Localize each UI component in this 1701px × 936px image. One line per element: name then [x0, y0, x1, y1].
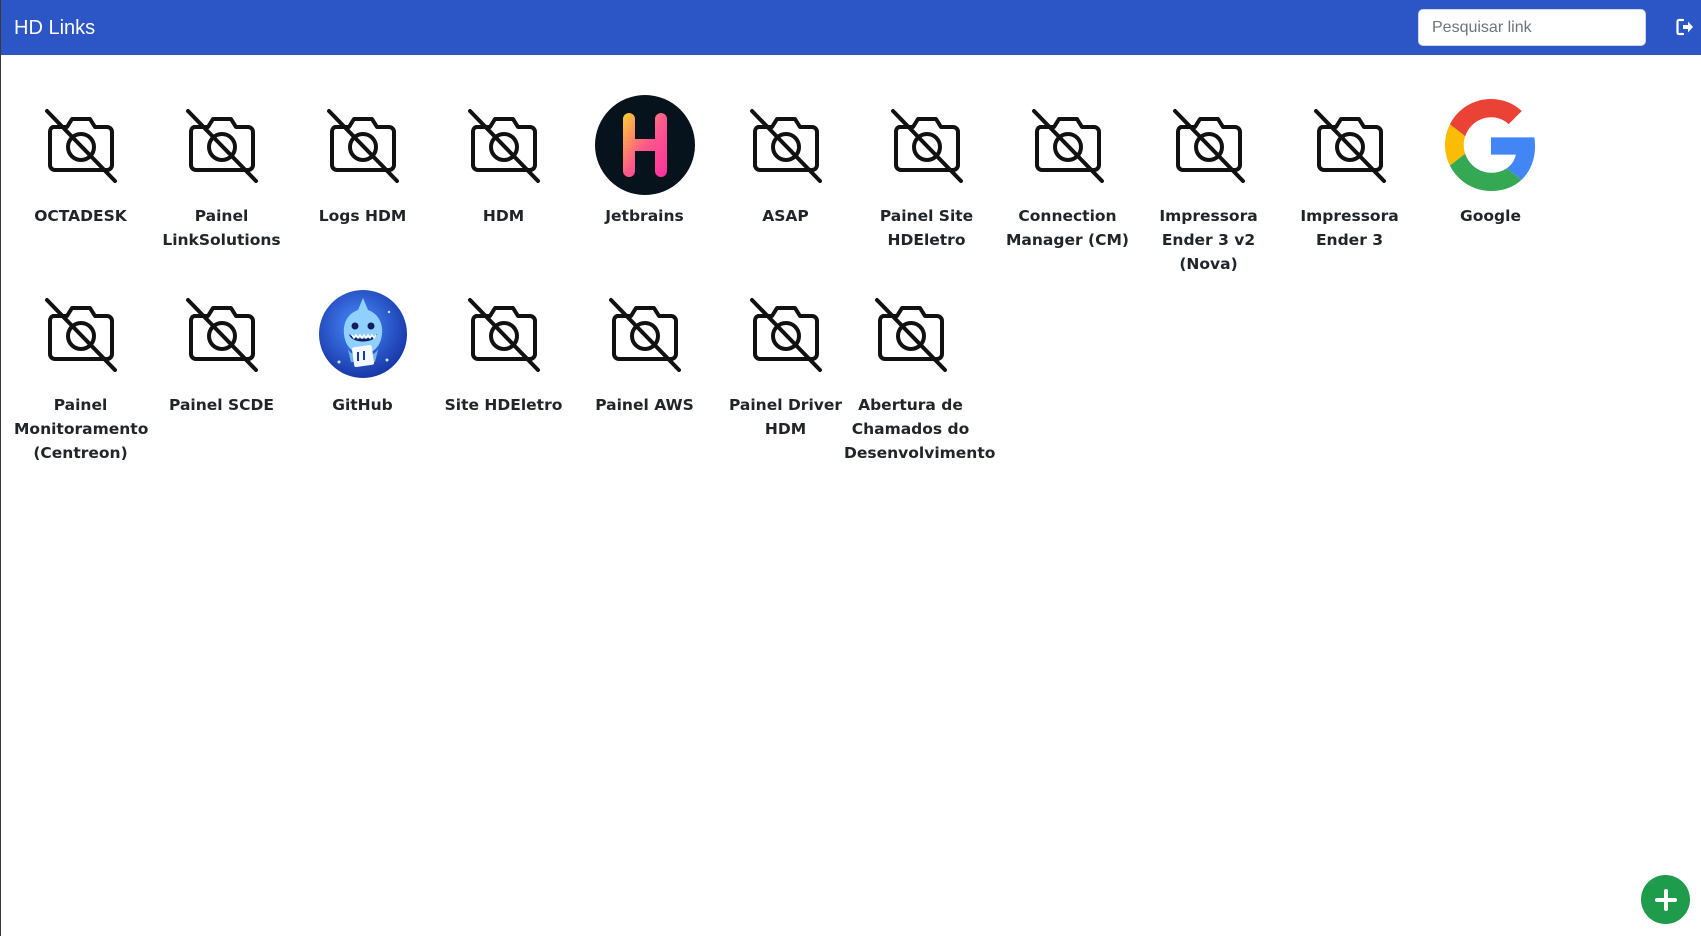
link-tile[interactable]: Google [1420, 95, 1561, 228]
google-logo-icon [1420, 95, 1561, 195]
camera-off-icon [997, 95, 1138, 195]
link-tile[interactable]: Painel Monitoramento (Centreon) [10, 284, 151, 465]
link-label: Painel Monitoramento (Centreon) [14, 396, 149, 462]
link-tile[interactable]: Jetbrains [574, 95, 715, 228]
link-label: ASAP [762, 207, 809, 225]
link-label: Painel Site HDEletro [879, 207, 974, 249]
search-input[interactable] [1418, 9, 1646, 46]
link-label: Connection Manager (CM) [1006, 207, 1129, 249]
link-tile[interactable]: Painel LinkSolutions [151, 95, 292, 252]
jetbrains-logo-icon [574, 95, 715, 195]
camera-off-icon [292, 95, 433, 195]
link-tile[interactable]: Painel Driver HDM [715, 284, 856, 441]
add-link-button[interactable] [1641, 875, 1690, 924]
link-label: Abertura de Chamados do Desenvolvimento [844, 396, 996, 462]
link-label: GitHub [332, 396, 393, 414]
link-label: Logs HDM [318, 207, 407, 225]
link-tile[interactable]: ASAP [715, 95, 856, 228]
link-label: Impressora Ender 3 v2 (Nova) [1159, 207, 1258, 273]
camera-off-icon [433, 284, 574, 384]
link-tile[interactable]: Painel Site HDEletro [856, 95, 997, 252]
link-label: Painel SCDE [169, 396, 274, 414]
app-title[interactable]: HD Links [14, 0, 95, 55]
link-label: OCTADESK [34, 207, 127, 225]
camera-off-icon [10, 284, 151, 384]
link-tile[interactable]: Painel AWS [574, 284, 715, 417]
plus-icon [1654, 888, 1677, 911]
camera-off-icon [10, 95, 151, 195]
link-tile[interactable]: GitHub [292, 284, 433, 417]
camera-off-icon [151, 284, 292, 384]
page: HD Links OCTADESK Painel LinkSolutions L… [0, 0, 1701, 936]
camera-off-icon [856, 95, 997, 195]
link-tile[interactable]: OCTADESK [10, 95, 151, 228]
link-label: Painel LinkSolutions [162, 207, 281, 249]
link-label: Painel AWS [595, 396, 694, 414]
github-shark-logo-icon [292, 284, 433, 384]
link-label: Painel Driver HDM [728, 396, 843, 438]
camera-off-icon [715, 284, 856, 384]
link-tile[interactable]: Connection Manager (CM) [997, 95, 1138, 252]
link-tile[interactable]: Painel SCDE [151, 284, 292, 417]
camera-off-icon [574, 284, 715, 384]
link-tile[interactable]: Impressora Ender 3 v2 (Nova) [1138, 95, 1279, 276]
camera-off-icon [1138, 95, 1279, 195]
link-label: HDM [482, 207, 525, 225]
camera-off-icon [1279, 95, 1420, 195]
link-tile[interactable]: Abertura de Chamados do Desenvolvimento [840, 284, 996, 465]
link-label: Google [1460, 207, 1521, 225]
navbar: HD Links [1, 0, 1701, 55]
link-tile[interactable]: Site HDEletro [433, 284, 574, 417]
camera-off-icon [151, 95, 292, 195]
camera-off-icon [715, 95, 856, 195]
camera-off-icon [840, 284, 981, 384]
sign-out-icon[interactable] [1675, 17, 1695, 37]
link-label: Site HDEletro [444, 396, 563, 414]
link-label: Jetbrains [605, 207, 684, 225]
link-tile[interactable]: HDM [433, 95, 574, 228]
link-tile[interactable]: Logs HDM [292, 95, 433, 228]
link-label: Impressora Ender 3 [1300, 207, 1399, 249]
camera-off-icon [433, 95, 574, 195]
link-tile[interactable]: Impressora Ender 3 [1279, 95, 1420, 252]
